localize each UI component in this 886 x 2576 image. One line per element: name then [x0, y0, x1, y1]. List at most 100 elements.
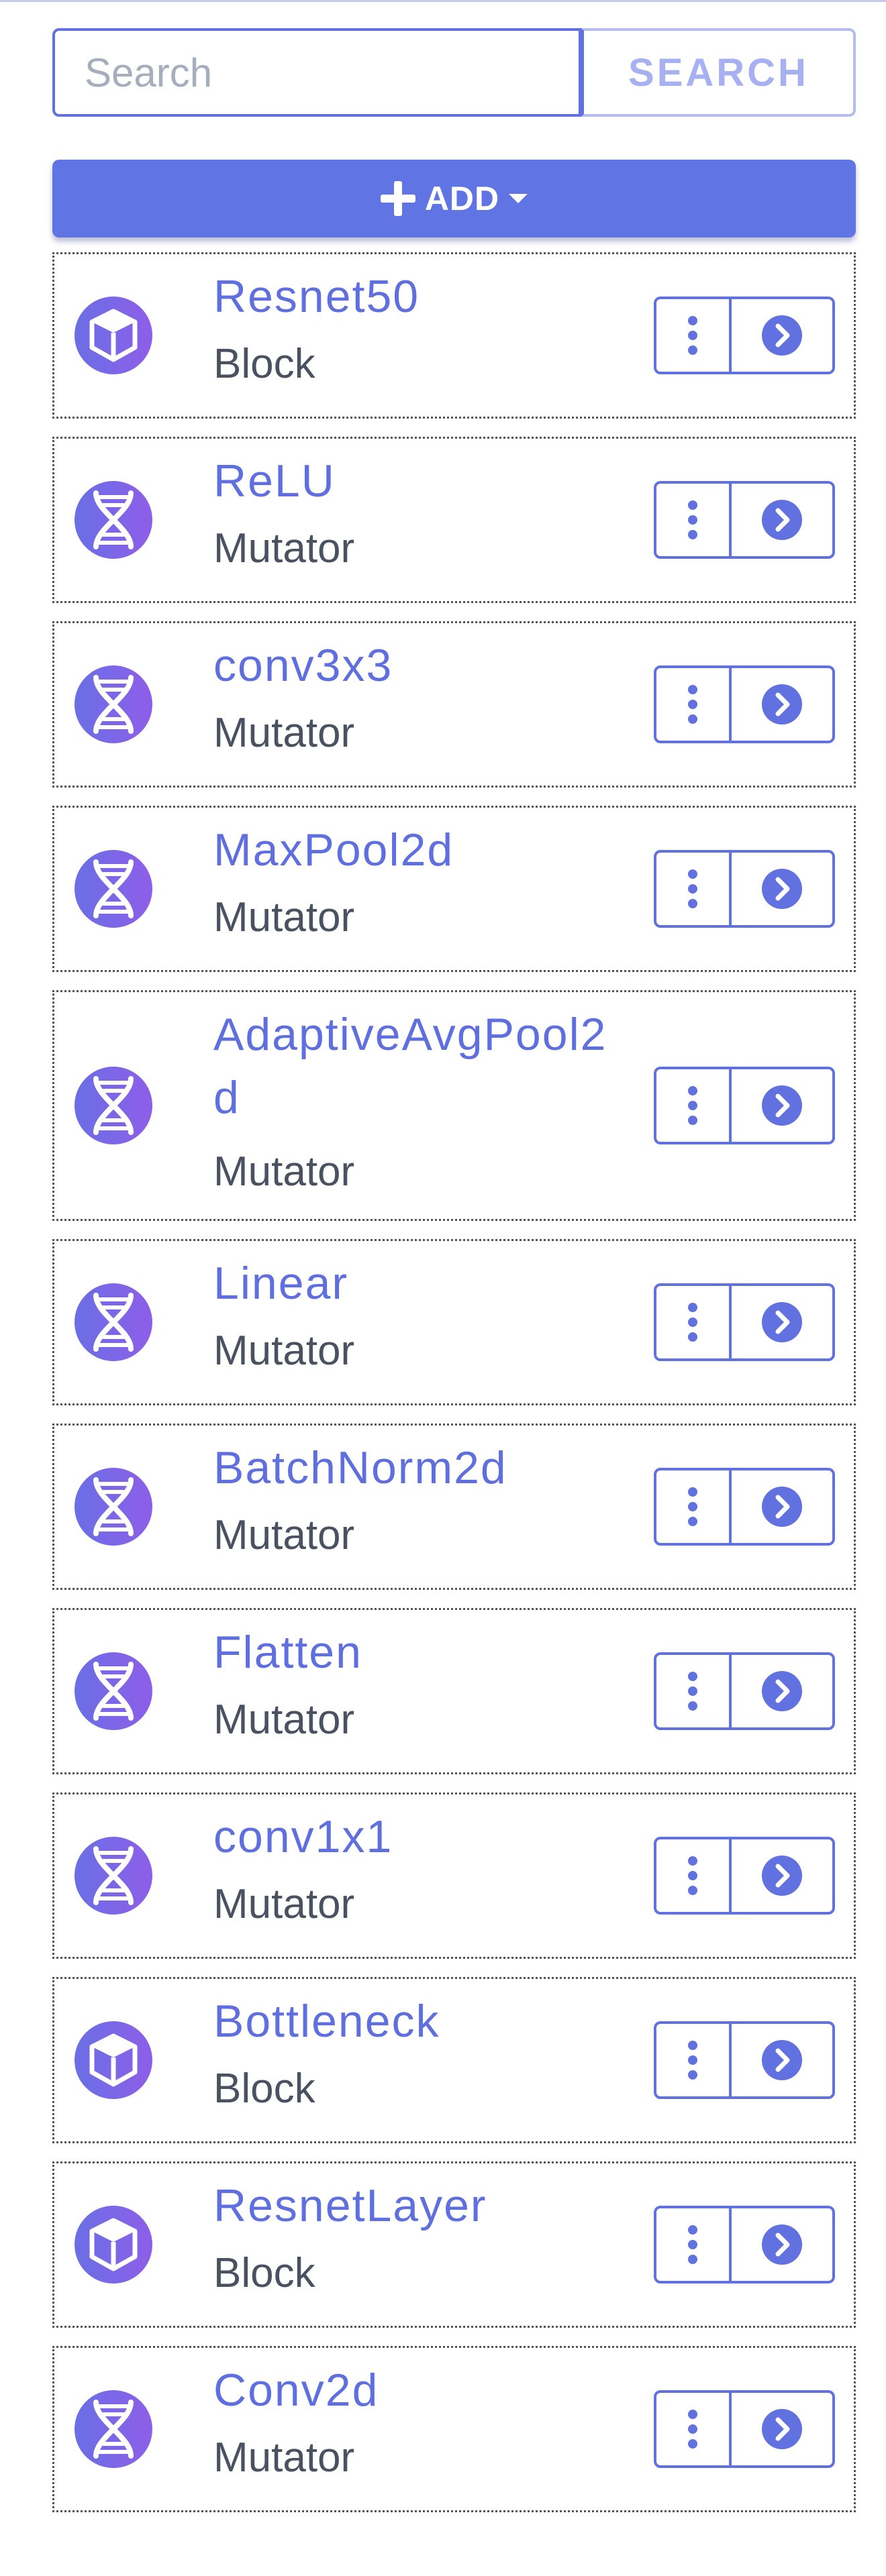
chevron-right-circle-icon — [761, 499, 803, 541]
dna-icon — [73, 2389, 154, 2469]
item-open-button[interactable] — [732, 297, 835, 374]
item-open-button[interactable] — [732, 1067, 835, 1144]
item-open-button[interactable] — [732, 850, 835, 928]
dna-icon — [73, 1466, 154, 1547]
add-button[interactable]: ADD — [52, 160, 856, 237]
chevron-right-circle-icon — [761, 315, 803, 356]
item-actions — [654, 2206, 835, 2284]
item-open-button[interactable] — [732, 1283, 835, 1361]
item-actions — [654, 1067, 835, 1144]
list-item: Conv2d Mutator — [52, 2346, 856, 2512]
item-kind: Block — [213, 2065, 315, 2112]
chevron-right-circle-icon — [761, 2408, 803, 2450]
item-kind: Mutator — [213, 1512, 355, 1558]
more-vertical-icon — [686, 2040, 699, 2080]
chevron-right-circle-icon — [761, 2039, 803, 2081]
item-menu-button[interactable] — [654, 665, 732, 743]
item-title[interactable]: MaxPool2d — [213, 818, 683, 881]
item-title[interactable]: Conv2d — [213, 2359, 683, 2422]
search-button[interactable]: SEARCH — [581, 28, 856, 117]
item-kind: Block — [213, 2250, 315, 2296]
list-item: ResnetLayer Block — [52, 2161, 856, 2328]
chevron-right-circle-icon — [761, 1085, 803, 1126]
item-menu-button[interactable] — [654, 297, 732, 374]
item-open-button[interactable] — [732, 481, 835, 559]
item-actions — [654, 297, 835, 374]
add-button-label: ADD — [424, 180, 500, 217]
search-bar: SEARCH — [52, 28, 856, 117]
item-kind: Mutator — [213, 1148, 355, 1195]
item-kind: Mutator — [213, 894, 355, 941]
list-item: conv3x3 Mutator — [52, 621, 856, 788]
item-title[interactable]: Resnet50 — [213, 265, 683, 328]
item-open-button[interactable] — [732, 2021, 835, 2099]
chevron-right-circle-icon — [761, 1301, 803, 1343]
item-actions — [654, 1652, 835, 1730]
list-item: Resnet50 Block — [52, 252, 856, 419]
item-title[interactable]: Flatten — [213, 1621, 683, 1684]
item-title[interactable]: ReLU — [213, 449, 683, 513]
item-title[interactable]: Bottleneck — [213, 1990, 683, 2053]
cube-icon — [73, 2020, 154, 2100]
item-kind: Mutator — [213, 525, 355, 572]
more-vertical-icon — [686, 1085, 699, 1126]
chevron-right-circle-icon — [761, 684, 803, 725]
item-title[interactable]: BatchNorm2d — [213, 1436, 683, 1499]
item-menu-button[interactable] — [654, 1067, 732, 1144]
item-menu-button[interactable] — [654, 1283, 732, 1361]
item-menu-button[interactable] — [654, 1652, 732, 1730]
item-menu-button[interactable] — [654, 481, 732, 559]
more-vertical-icon — [686, 315, 699, 356]
item-menu-button[interactable] — [654, 1837, 732, 1915]
item-actions — [654, 1468, 835, 1546]
dna-icon — [73, 1651, 154, 1731]
chevron-right-circle-icon — [761, 1855, 803, 1896]
list-item: ReLU Mutator — [52, 437, 856, 603]
list-item: Flatten Mutator — [52, 1608, 856, 1774]
list-item: conv1x1 Mutator — [52, 1792, 856, 1959]
item-kind: Mutator — [213, 2434, 355, 2481]
item-actions — [654, 2021, 835, 2099]
item-open-button[interactable] — [732, 2390, 835, 2468]
item-menu-button[interactable] — [654, 2390, 732, 2468]
item-actions — [654, 481, 835, 559]
more-vertical-icon — [686, 1302, 699, 1342]
item-title[interactable]: Linear — [213, 1252, 683, 1315]
more-vertical-icon — [686, 684, 699, 724]
item-menu-button[interactable] — [654, 2206, 732, 2284]
item-title[interactable]: AdaptiveAvgPool2d — [213, 1003, 630, 1129]
item-actions — [654, 1837, 835, 1915]
dna-icon — [73, 664, 154, 745]
item-open-button[interactable] — [732, 1837, 835, 1915]
item-menu-button[interactable] — [654, 1468, 732, 1546]
cube-icon — [73, 295, 154, 376]
item-kind: Mutator — [213, 1328, 355, 1374]
item-title[interactable]: conv1x1 — [213, 1805, 683, 1868]
more-vertical-icon — [686, 1487, 699, 1527]
search-input[interactable] — [52, 28, 581, 117]
item-kind: Block — [213, 341, 315, 387]
more-vertical-icon — [686, 1856, 699, 1896]
item-title[interactable]: conv3x3 — [213, 634, 683, 697]
plus-icon — [380, 181, 415, 216]
list-item: MaxPool2d Mutator — [52, 806, 856, 972]
list-item: BatchNorm2d Mutator — [52, 1424, 856, 1590]
top-border — [0, 0, 886, 2]
item-kind: Mutator — [213, 1881, 355, 1927]
chevron-right-circle-icon — [761, 868, 803, 910]
item-actions — [654, 2390, 835, 2468]
item-open-button[interactable] — [732, 665, 835, 743]
more-vertical-icon — [686, 869, 699, 909]
list-item: Linear Mutator — [52, 1239, 856, 1405]
item-open-button[interactable] — [732, 1468, 835, 1546]
dna-icon — [73, 1065, 154, 1146]
item-open-button[interactable] — [732, 2206, 835, 2284]
item-title[interactable]: ResnetLayer — [213, 2174, 683, 2237]
item-menu-button[interactable] — [654, 2021, 732, 2099]
item-open-button[interactable] — [732, 1652, 835, 1730]
cube-icon — [73, 2204, 154, 2285]
chevron-right-circle-icon — [761, 2224, 803, 2265]
item-kind: Mutator — [213, 710, 355, 756]
item-menu-button[interactable] — [654, 850, 732, 928]
item-actions — [654, 665, 835, 743]
